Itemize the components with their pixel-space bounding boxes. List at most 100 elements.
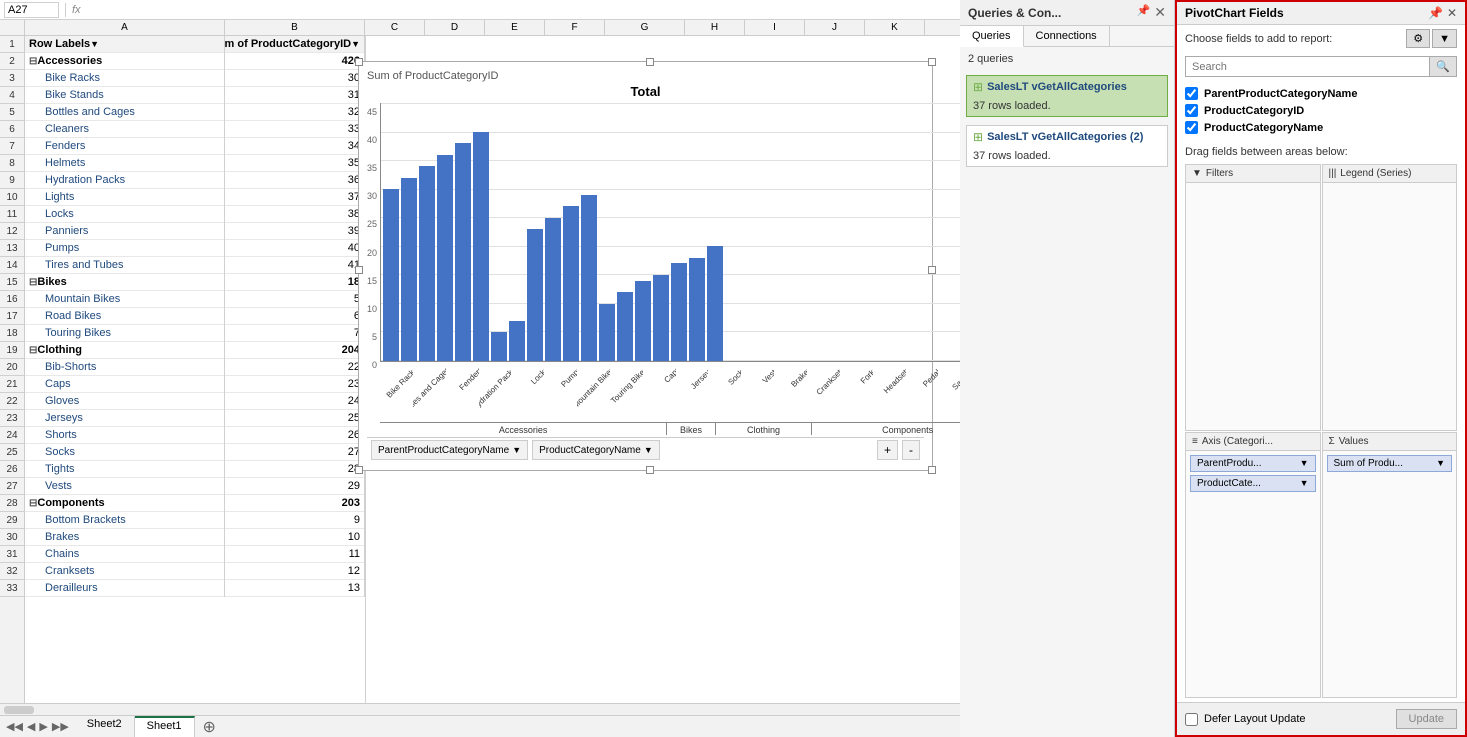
pivot-arrow-btn[interactable]: ▼ — [1432, 29, 1457, 48]
cell-a-31[interactable]: Chains — [25, 546, 224, 563]
pivot-search-input[interactable] — [1186, 57, 1429, 76]
values-item-1[interactable]: Sum of Produ... ▼ — [1327, 455, 1453, 472]
pivot-field-3-checkbox[interactable] — [1185, 121, 1198, 134]
filter-parent-category[interactable]: ParentProductCategoryName ▼ — [371, 440, 528, 460]
cell-b-6[interactable]: 33 — [225, 121, 364, 138]
horizontal-scrollbar[interactable] — [0, 703, 960, 715]
col-header-b[interactable]: B — [225, 20, 365, 35]
cell-a-33[interactable]: Derailleurs — [25, 580, 224, 597]
cell-a-30[interactable]: Brakes — [25, 529, 224, 546]
cell-b-17[interactable]: 6 — [225, 308, 364, 325]
col-header-h[interactable]: H — [685, 20, 745, 35]
resize-handle-bl[interactable] — [355, 466, 363, 474]
cell-a-2[interactable]: ⊟ Accessories — [25, 53, 224, 70]
filter-product-category[interactable]: ProductCategoryName ▼ — [532, 440, 660, 460]
cell-a-19[interactable]: ⊟ Clothing — [25, 342, 224, 359]
cell-b-23[interactable]: 25 — [225, 410, 364, 427]
resize-handle-tr[interactable] — [928, 58, 936, 66]
col-header-f[interactable]: F — [545, 20, 605, 35]
pivot-field-2-checkbox[interactable] — [1185, 104, 1198, 117]
axis-item-1[interactable]: ParentProdu... ▼ — [1190, 455, 1316, 472]
queries-tab-connections[interactable]: Connections — [1024, 26, 1110, 46]
cell-a-13[interactable]: Pumps — [25, 240, 224, 257]
cell-a-10[interactable]: Lights — [25, 189, 224, 206]
resize-handle-tl[interactable] — [355, 58, 363, 66]
cell-a-1[interactable]: Row Labels ▼ — [25, 36, 224, 53]
resize-handle-ml[interactable] — [355, 266, 363, 274]
defer-checkbox[interactable] — [1185, 713, 1198, 726]
cell-b-2[interactable]: 426 — [225, 53, 364, 70]
resize-handle-tm[interactable] — [646, 58, 654, 66]
cell-b-18[interactable]: 7 — [225, 325, 364, 342]
cell-a-26[interactable]: Tights — [25, 461, 224, 478]
chart-container[interactable]: Sum of ProductCategoryID Total 0 5 10 15… — [358, 61, 933, 471]
pivot-pin-btn[interactable]: 📌 — [1428, 6, 1443, 20]
cell-b-14[interactable]: 41 — [225, 257, 364, 274]
values-item-1-arrow[interactable]: ▼ — [1436, 458, 1445, 468]
query-item-1[interactable]: ⊞ SalesLT vGetAllCategories 37 rows load… — [966, 75, 1168, 117]
cell-a-32[interactable]: Cranksets — [25, 563, 224, 580]
cell-b-31[interactable]: 11 — [225, 546, 364, 563]
cell-b-25[interactable]: 27 — [225, 444, 364, 461]
cell-b-16[interactable]: 5 — [225, 291, 364, 308]
cell-b-8[interactable]: 35 — [225, 155, 364, 172]
cell-b-1[interactable]: Sum of ProductCategoryID ▼ — [225, 36, 364, 53]
chart-collapse-btn[interactable]: - — [902, 440, 920, 460]
col-header-g[interactable]: G — [605, 20, 685, 35]
pivot-close-btn[interactable]: ✕ — [1447, 6, 1457, 20]
cell-b-29[interactable]: 9 — [225, 512, 364, 529]
col-header-c[interactable]: C — [365, 20, 425, 35]
cell-b-27[interactable]: 29 — [225, 478, 364, 495]
col-header-e[interactable]: E — [485, 20, 545, 35]
cell-b-20[interactable]: 22 — [225, 359, 364, 376]
cell-a-23[interactable]: Jerseys — [25, 410, 224, 427]
add-sheet-btn[interactable]: ⊕ — [195, 716, 224, 737]
chart-expand-btn[interactable]: + — [877, 440, 898, 460]
cell-a-28[interactable]: ⊟ Components — [25, 495, 224, 512]
cell-b-4[interactable]: 31 — [225, 87, 364, 104]
col-header-a[interactable]: A — [25, 20, 225, 35]
cell-b-26[interactable]: 28 — [225, 461, 364, 478]
cell-b-15[interactable]: 18 — [225, 274, 364, 291]
resize-handle-bm[interactable] — [646, 466, 654, 474]
pivot-update-btn[interactable]: Update — [1396, 709, 1457, 729]
pivot-field-1-checkbox[interactable] — [1185, 87, 1198, 100]
pivot-gear-btn[interactable]: ⚙ — [1406, 29, 1430, 48]
cell-b-9[interactable]: 36 — [225, 172, 364, 189]
pivot-search-btn[interactable]: 🔍 — [1429, 57, 1456, 76]
resize-handle-br[interactable] — [928, 466, 936, 474]
cell-a-20[interactable]: Bib-Shorts — [25, 359, 224, 376]
legend-content[interactable] — [1323, 183, 1457, 430]
cell-a-5[interactable]: Bottles and Cages — [25, 104, 224, 121]
axis-item-2[interactable]: ProductCate... ▼ — [1190, 475, 1316, 492]
cell-b-21[interactable]: 23 — [225, 376, 364, 393]
cell-b-32[interactable]: 12 — [225, 563, 364, 580]
name-box[interactable] — [4, 2, 59, 18]
cell-a-9[interactable]: Hydration Packs — [25, 172, 224, 189]
cell-b-11[interactable]: 38 — [225, 206, 364, 223]
cell-b-22[interactable]: 24 — [225, 393, 364, 410]
cell-a-3[interactable]: Bike Racks — [25, 70, 224, 87]
cell-b-33[interactable]: 13 — [225, 580, 364, 597]
col-header-d[interactable]: D — [425, 20, 485, 35]
cell-b-24[interactable]: 26 — [225, 427, 364, 444]
cell-a-7[interactable]: Fenders — [25, 138, 224, 155]
cell-a-18[interactable]: Touring Bikes — [25, 325, 224, 342]
queries-tab-queries[interactable]: Queries — [960, 26, 1024, 47]
queries-pin-btn[interactable]: 📌 — [1137, 4, 1151, 21]
cell-a-27[interactable]: Vests — [25, 478, 224, 495]
cell-b-5[interactable]: 32 — [225, 104, 364, 121]
col-header-i[interactable]: I — [745, 20, 805, 35]
cell-b-13[interactable]: 40 — [225, 240, 364, 257]
col-header-j[interactable]: J — [805, 20, 865, 35]
sheet-tab-2[interactable]: Sheet2 — [75, 716, 135, 737]
cell-a-24[interactable]: Shorts — [25, 427, 224, 444]
cell-a-22[interactable]: Gloves — [25, 393, 224, 410]
cell-a-25[interactable]: Socks — [25, 444, 224, 461]
axis-item-1-arrow[interactable]: ▼ — [1300, 458, 1309, 468]
cell-a-17[interactable]: Road Bikes — [25, 308, 224, 325]
sheet-nav-left[interactable]: ◀ — [25, 720, 37, 733]
cell-a-29[interactable]: Bottom Brackets — [25, 512, 224, 529]
filters-content[interactable] — [1186, 183, 1320, 430]
cell-a-15[interactable]: ⊟ Bikes — [25, 274, 224, 291]
